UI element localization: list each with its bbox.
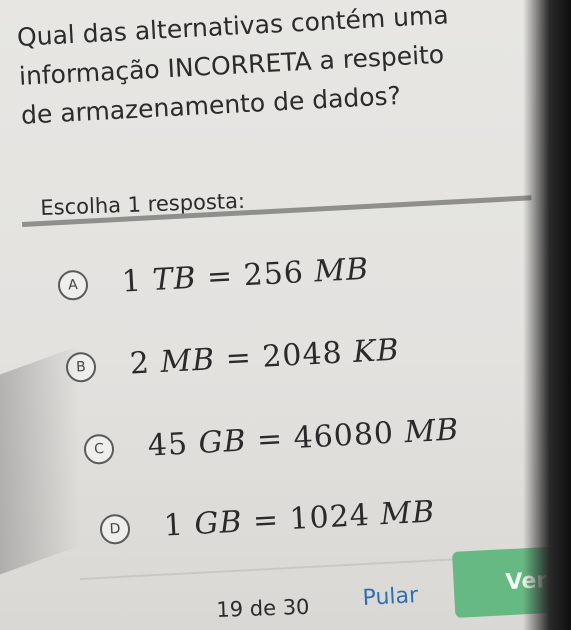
verify-button[interactable]: Verifi xyxy=(452,543,571,618)
option-a-right-unit: MB xyxy=(313,251,370,290)
option-d-formula: 1 GB = 1024 MB xyxy=(162,494,437,544)
option-c-right-unit: MB xyxy=(403,412,461,451)
option-b-left-unit: MB xyxy=(159,342,217,381)
option-d-left-unit: GB xyxy=(193,504,244,543)
option-a-formula: 1 TB = 256 MB xyxy=(120,251,370,300)
option-a[interactable]: A 1 TB = 256 MB xyxy=(57,252,370,303)
option-c-letter: C xyxy=(93,440,105,457)
skip-button[interactable]: Pular xyxy=(362,583,419,611)
progress-counter: 19 de 30 xyxy=(216,594,310,622)
option-c-badge: C xyxy=(83,432,115,465)
option-b-badge: B xyxy=(65,350,97,383)
option-b[interactable]: B 2 MB = 2048 KB xyxy=(65,333,400,385)
verify-button-label: Verifi xyxy=(505,566,571,595)
option-c-right-value: 46080 xyxy=(292,415,395,456)
question-text: Qual das alternativas contém uma informa… xyxy=(16,0,491,135)
option-b-letter: B xyxy=(75,358,87,375)
option-d-right-value: 1024 xyxy=(288,497,371,538)
option-a-left-unit: TB xyxy=(151,260,198,299)
option-d-left-value: 1 xyxy=(162,507,185,544)
device-bezel xyxy=(523,0,571,630)
option-c[interactable]: C 45 GB = 46080 MB xyxy=(83,412,460,467)
option-d-letter: D xyxy=(109,520,121,537)
option-c-formula: 45 GB = 46080 MB xyxy=(146,412,461,464)
option-b-formula: 2 MB = 2048 KB xyxy=(128,332,401,382)
exercise-screen: Qual das alternativas contém uma informa… xyxy=(0,0,571,630)
option-d[interactable]: D 1 GB = 1024 MB xyxy=(99,494,436,547)
option-b-right-value: 2048 xyxy=(261,335,344,375)
option-c-left-value: 45 xyxy=(146,426,189,464)
option-a-right-value: 256 xyxy=(242,255,305,294)
option-a-badge: A xyxy=(57,268,89,301)
option-d-badge: D xyxy=(99,512,131,545)
option-b-left-value: 2 xyxy=(128,345,151,382)
option-b-right-unit: KB xyxy=(352,332,401,370)
option-d-right-unit: MB xyxy=(379,494,437,533)
option-a-left-value: 1 xyxy=(120,263,143,300)
option-c-left-unit: GB xyxy=(197,423,248,461)
option-a-letter: A xyxy=(67,276,79,293)
